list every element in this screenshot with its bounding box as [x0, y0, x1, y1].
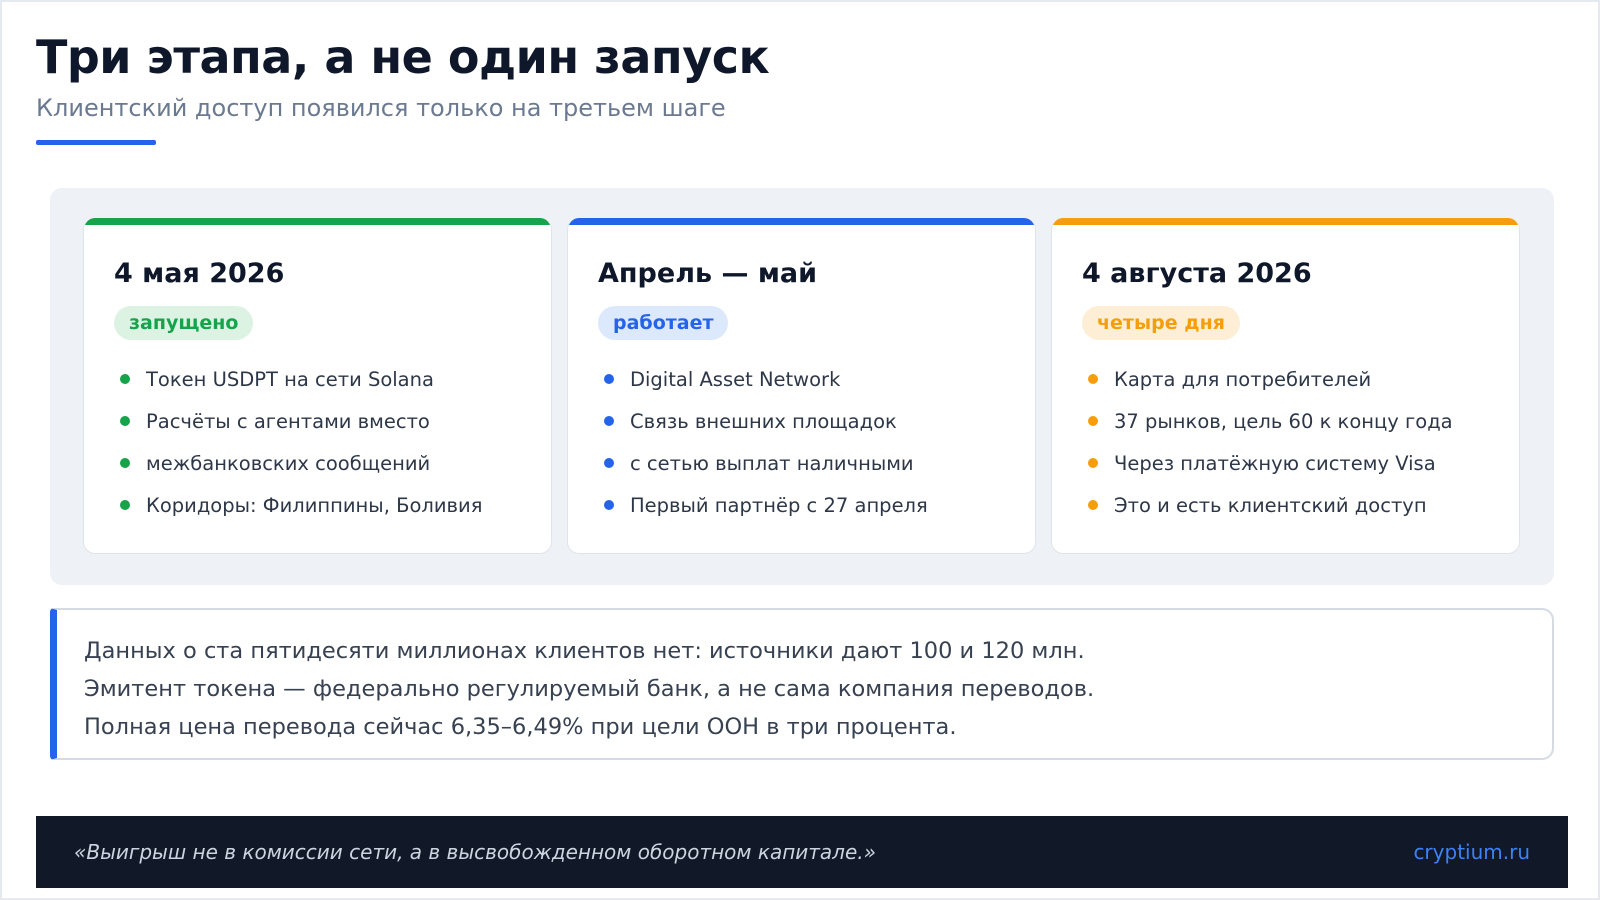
- list-item: Расчёты с агентами вместо: [120, 400, 482, 442]
- stage-bullet-list: Токен USDPT на сети Solana Расчёты с аге…: [120, 358, 482, 526]
- note-line: Полная цена перевода сейчас 6,35–6,49% п…: [84, 714, 957, 740]
- list-item-text: Это и есть клиентский доступ: [1114, 493, 1427, 517]
- stage-bullet-list: Карта для потребителей 37 рынков, цель 6…: [1088, 358, 1453, 526]
- list-item-text: Коридоры: Филиппины, Боливия: [146, 493, 483, 517]
- stage-bullet-list: Digital Asset Network Связь внешних площ…: [604, 358, 928, 526]
- list-item: Коридоры: Филиппины, Боливия: [120, 484, 482, 526]
- list-item: 37 рынков, цель 60 к концу года: [1088, 400, 1453, 442]
- list-item-text: Расчёты с агентами вместо: [146, 409, 430, 433]
- status-badge: четыре дня: [1082, 306, 1240, 340]
- list-item-text: с сетью выплат наличными: [630, 451, 914, 475]
- bullet-dot-icon: [604, 500, 614, 510]
- list-item-text: межбанковских сообщений: [146, 451, 431, 475]
- list-item: Первый партнёр с 27 апреля: [604, 484, 928, 526]
- slide: Три этапа, а не один запуск Клиентский д…: [0, 0, 1600, 900]
- stage-date: Апрель — май: [598, 258, 818, 289]
- stage-accent-bar: [1052, 218, 1519, 225]
- bullet-dot-icon: [1088, 374, 1098, 384]
- list-item: Карта для потребителей: [1088, 358, 1453, 400]
- list-item-text: Связь внешних площадок: [630, 409, 897, 433]
- list-item: Digital Asset Network: [604, 358, 928, 400]
- bullet-dot-icon: [120, 416, 130, 426]
- status-badge: работает: [598, 306, 729, 340]
- bullet-dot-icon: [604, 458, 614, 468]
- bullet-dot-icon: [120, 458, 130, 468]
- stage-accent-bar: [568, 218, 1035, 225]
- list-item-text: Токен USDPT на сети Solana: [146, 367, 434, 391]
- bullet-dot-icon: [120, 500, 130, 510]
- bullet-dot-icon: [604, 374, 614, 384]
- stage-card-1: 4 мая 2026 запущено Токен USDPT на сети …: [83, 218, 552, 554]
- stage-card-3: 4 августа 2026 четыре дня Карта для потр…: [1051, 218, 1520, 554]
- note-line: Данных о ста пятидесяти миллионах клиент…: [84, 638, 1085, 664]
- list-item-text: Digital Asset Network: [630, 367, 841, 391]
- list-item: с сетью выплат наличными: [604, 442, 928, 484]
- page-subtitle: Клиентский доступ появился только на тре…: [36, 94, 726, 122]
- footer-bar: «Выигрыш не в комиссии сети, а в высвобо…: [36, 816, 1568, 888]
- callout-note: Данных о ста пятидесяти миллионах клиент…: [50, 608, 1554, 760]
- title-underline: [36, 140, 156, 145]
- stage-accent-bar: [84, 218, 551, 225]
- bullet-dot-icon: [1088, 416, 1098, 426]
- bullet-dot-icon: [1088, 458, 1098, 468]
- brand-link[interactable]: cryptium.ru: [1413, 840, 1530, 864]
- stage-date: 4 мая 2026: [114, 258, 285, 289]
- list-item: Это и есть клиентский доступ: [1088, 484, 1453, 526]
- bullet-dot-icon: [120, 374, 130, 384]
- stage-date: 4 августа 2026: [1082, 258, 1312, 289]
- list-item-text: Через платёжную систему Visa: [1114, 451, 1436, 475]
- list-item: Токен USDPT на сети Solana: [120, 358, 482, 400]
- status-badge: запущено: [114, 306, 254, 340]
- list-item: Связь внешних площадок: [604, 400, 928, 442]
- note-line: Эмитент токена — федерально регулируемый…: [84, 676, 1095, 702]
- page-title: Три этапа, а не один запуск: [36, 30, 770, 84]
- list-item-text: Первый партнёр с 27 апреля: [630, 493, 928, 517]
- stage-card-2: Апрель — май работает Digital Asset Netw…: [567, 218, 1036, 554]
- list-item-text: Карта для потребителей: [1114, 367, 1372, 391]
- bullet-dot-icon: [604, 416, 614, 426]
- list-item: межбанковских сообщений: [120, 442, 482, 484]
- stages-panel: 4 мая 2026 запущено Токен USDPT на сети …: [50, 188, 1554, 585]
- list-item-text: 37 рынков, цель 60 к концу года: [1114, 409, 1453, 433]
- list-item: Через платёжную систему Visa: [1088, 442, 1453, 484]
- bullet-dot-icon: [1088, 500, 1098, 510]
- footer-quote: «Выигрыш не в комиссии сети, а в высвобо…: [74, 840, 876, 864]
